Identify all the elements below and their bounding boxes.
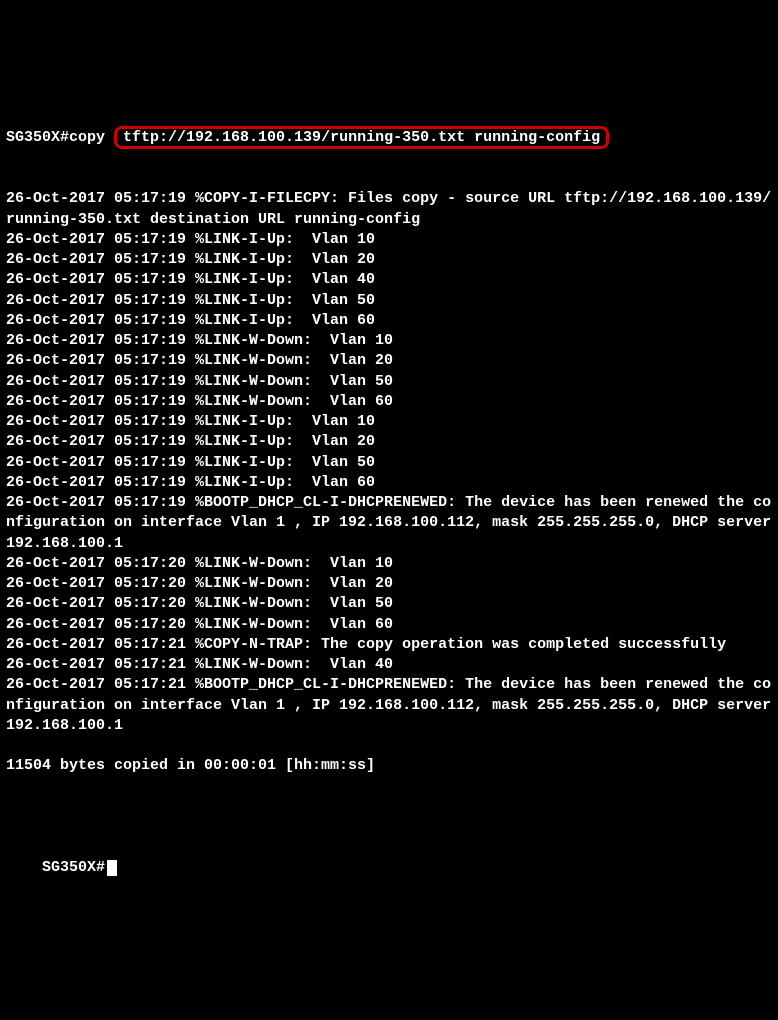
log-line: 26-Oct-2017 05:17:19 %LINK-I-Up: Vlan 10 xyxy=(6,412,772,432)
log-line: 26-Oct-2017 05:17:20 %LINK-W-Down: Vlan … xyxy=(6,615,772,635)
log-line: 26-Oct-2017 05:17:21 %BOOTP_DHCP_CL-I-DH… xyxy=(6,675,772,736)
log-line: 26-Oct-2017 05:17:19 %LINK-W-Down: Vlan … xyxy=(6,372,772,392)
log-line: 26-Oct-2017 05:17:21 %COPY-N-TRAP: The c… xyxy=(6,635,772,655)
highlighted-command: tftp://192.168.100.139/running-350.txt r… xyxy=(114,126,609,149)
terminal-output[interactable]: SG350X#copy tftp://192.168.100.139/runni… xyxy=(6,85,772,918)
log-line: 26-Oct-2017 05:17:19 %LINK-I-Up: Vlan 60 xyxy=(6,473,772,493)
log-line: 26-Oct-2017 05:17:19 %LINK-W-Down: Vlan … xyxy=(6,331,772,351)
log-line: 26-Oct-2017 05:17:20 %LINK-W-Down: Vlan … xyxy=(6,594,772,614)
log-line: 26-Oct-2017 05:17:21 %LINK-W-Down: Vlan … xyxy=(6,655,772,675)
log-line: 26-Oct-2017 05:17:19 %LINK-I-Up: Vlan 60 xyxy=(6,311,772,331)
log-line: 26-Oct-2017 05:17:19 %LINK-I-Up: Vlan 20 xyxy=(6,432,772,452)
prompt-line-end[interactable]: SG350X# xyxy=(6,837,772,898)
prompt-prefix: SG350X#copy xyxy=(6,128,114,148)
log-line xyxy=(6,777,772,797)
command-line: SG350X#copy tftp://192.168.100.139/runni… xyxy=(6,126,772,149)
log-line: 26-Oct-2017 05:17:20 %LINK-W-Down: Vlan … xyxy=(6,574,772,594)
log-line: 26-Oct-2017 05:17:19 %BOOTP_DHCP_CL-I-DH… xyxy=(6,493,772,554)
log-line: 26-Oct-2017 05:17:19 %LINK-W-Down: Vlan … xyxy=(6,392,772,412)
cursor-icon xyxy=(107,860,117,876)
log-line: 26-Oct-2017 05:17:19 %COPY-I-FILECPY: Fi… xyxy=(6,189,772,230)
log-line: 26-Oct-2017 05:17:19 %LINK-I-Up: Vlan 20 xyxy=(6,250,772,270)
log-output: 26-Oct-2017 05:17:19 %COPY-I-FILECPY: Fi… xyxy=(6,189,772,797)
log-line: 26-Oct-2017 05:17:20 %LINK-W-Down: Vlan … xyxy=(6,554,772,574)
log-line: 26-Oct-2017 05:17:19 %LINK-I-Up: Vlan 10 xyxy=(6,230,772,250)
log-line: 26-Oct-2017 05:17:19 %LINK-W-Down: Vlan … xyxy=(6,351,772,371)
prompt-text: SG350X# xyxy=(42,859,105,876)
log-line: 26-Oct-2017 05:17:19 %LINK-I-Up: Vlan 50 xyxy=(6,453,772,473)
log-line: 26-Oct-2017 05:17:19 %LINK-I-Up: Vlan 50 xyxy=(6,291,772,311)
log-line: 26-Oct-2017 05:17:19 %LINK-I-Up: Vlan 40 xyxy=(6,270,772,290)
log-line: 11504 bytes copied in 00:00:01 [hh:mm:ss… xyxy=(6,756,772,776)
log-line xyxy=(6,736,772,756)
